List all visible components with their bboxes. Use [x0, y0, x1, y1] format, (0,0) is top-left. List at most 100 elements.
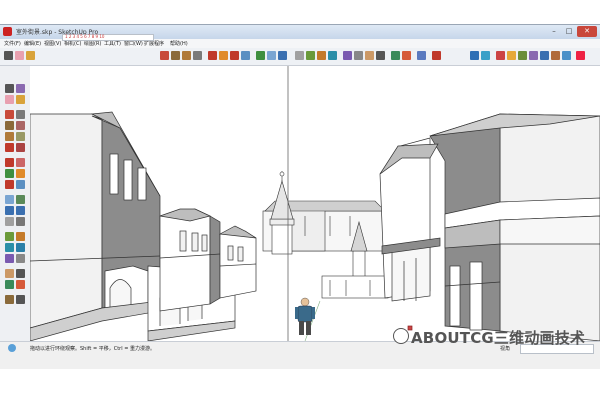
- sun-icon[interactable]: [507, 51, 516, 60]
- left-mid-building: [159, 208, 221, 312]
- section-plane-tool-icon[interactable]: [16, 280, 25, 289]
- close-button[interactable]: ✕: [577, 26, 597, 37]
- menu-help[interactable]: 帮助(H): [170, 40, 188, 47]
- model-viewport[interactable]: [30, 66, 600, 341]
- orbit-tool-icon[interactable]: [5, 232, 14, 241]
- menu-camera[interactable]: 相机(C): [64, 40, 81, 47]
- circle-icon[interactable]: [182, 51, 191, 60]
- app-root: 室外街景.skp - SketchUp Pro – □ ✕ 文件(F) 编辑(E…: [0, 0, 600, 400]
- menu-tools[interactable]: 工具(T): [104, 40, 121, 47]
- scale-tool-icon[interactable]: [16, 180, 25, 189]
- orbit-icon[interactable]: [306, 51, 315, 60]
- measure-slider[interactable]: 1 2 3 4 5 6 7 8 9 10: [62, 34, 154, 41]
- previous-view-tool-icon[interactable]: [16, 254, 25, 263]
- offset-icon[interactable]: [256, 51, 265, 60]
- select-icon[interactable]: [4, 51, 13, 60]
- eraser-icon[interactable]: [15, 51, 24, 60]
- select-tool-icon[interactable]: [5, 84, 14, 93]
- push-pull-icon[interactable]: [208, 51, 217, 60]
- line-icon[interactable]: [160, 51, 169, 60]
- line-tool-icon[interactable]: [5, 110, 14, 119]
- maximize-button[interactable]: □: [562, 26, 576, 37]
- 3d-text-tool-icon[interactable]: [16, 217, 25, 226]
- component-icon[interactable]: [417, 51, 426, 60]
- tool-palette: [0, 66, 31, 341]
- tape-tool-icon[interactable]: [5, 195, 14, 204]
- rectangle-tool-icon[interactable]: [5, 121, 14, 130]
- right-mid-building: [379, 137, 441, 331]
- minimize-button[interactable]: –: [547, 26, 561, 37]
- position-camera-tool-icon[interactable]: [5, 269, 14, 278]
- watermark-text: ABOUTCG三维动画技术: [411, 329, 586, 347]
- export-icon[interactable]: [540, 51, 549, 60]
- extension-icon[interactable]: [481, 51, 490, 60]
- wechat-icon: [393, 328, 409, 344]
- menu-window[interactable]: 窗口(W): [124, 40, 143, 47]
- move-tool-icon[interactable]: [16, 169, 25, 178]
- menu-extensions[interactable]: 扩展程序: [144, 40, 164, 47]
- warehouse-icon[interactable]: [470, 51, 479, 60]
- ruby-icon[interactable]: [496, 51, 505, 60]
- material-icon[interactable]: [432, 51, 441, 60]
- circle-tool-icon[interactable]: [5, 132, 14, 141]
- text-icon[interactable]: [278, 51, 287, 60]
- move-icon[interactable]: [219, 51, 228, 60]
- paint-tool-icon[interactable]: [16, 95, 25, 104]
- component-tool-icon[interactable]: [16, 84, 25, 93]
- freehand-tool-icon[interactable]: [16, 110, 25, 119]
- settings-icon[interactable]: [562, 51, 571, 60]
- zoom-extents-tool-icon[interactable]: [5, 254, 14, 263]
- arc-icon[interactable]: [193, 51, 202, 60]
- zoom-tool-icon[interactable]: [5, 243, 14, 252]
- menu-draw[interactable]: 绘图(R): [84, 40, 101, 47]
- paint-icon[interactable]: [26, 51, 35, 60]
- arc-tool-icon[interactable]: [5, 143, 14, 152]
- menu-edit[interactable]: 编辑(E): [24, 40, 41, 47]
- rectangle-icon[interactable]: [171, 51, 180, 60]
- eraser-tool-icon[interactable]: [5, 95, 14, 104]
- push-pull-tool-icon[interactable]: [5, 158, 14, 167]
- follow-me-tool-icon[interactable]: [16, 158, 25, 167]
- zoom-window-tool-icon[interactable]: [16, 243, 25, 252]
- look-around-tool-icon[interactable]: [5, 280, 14, 289]
- street-scene: [30, 66, 600, 341]
- section-icon[interactable]: [365, 51, 374, 60]
- main-toolbar: [0, 48, 600, 66]
- axes-tool-icon[interactable]: [5, 217, 14, 226]
- polygon-tool-icon[interactable]: [16, 132, 25, 141]
- left-near-building: [30, 111, 161, 341]
- rotate-tool-icon[interactable]: [5, 180, 14, 189]
- dimension-tool-icon[interactable]: [16, 195, 25, 204]
- human-figure: [295, 297, 315, 335]
- stop-icon[interactable]: [576, 51, 585, 60]
- footprints-tool-icon[interactable]: [16, 295, 25, 304]
- tape-icon[interactable]: [267, 51, 276, 60]
- pan-tool-icon[interactable]: [16, 232, 25, 241]
- style-icon[interactable]: [391, 51, 400, 60]
- render-icon[interactable]: [529, 51, 538, 60]
- pie-tool-icon[interactable]: [16, 143, 25, 152]
- help-icon[interactable]: [8, 344, 16, 352]
- pan-icon[interactable]: [317, 51, 326, 60]
- zoom-icon[interactable]: [328, 51, 337, 60]
- walk-tool-icon[interactable]: [16, 269, 25, 278]
- measure-ticks: 1 2 3 4 5 6 7 8 9 10: [65, 34, 105, 39]
- menu-view[interactable]: 视图(V): [44, 40, 61, 47]
- import-icon[interactable]: [551, 51, 560, 60]
- text-tool-icon[interactable]: [16, 206, 25, 215]
- zoom-extents-icon[interactable]: [343, 51, 352, 60]
- rotated-rect-tool-icon[interactable]: [16, 121, 25, 130]
- scale-icon[interactable]: [241, 51, 250, 60]
- rotate-icon[interactable]: [230, 51, 239, 60]
- views-icon[interactable]: [354, 51, 363, 60]
- protractor-tool-icon[interactable]: [5, 206, 14, 215]
- terrain-icon[interactable]: [518, 51, 527, 60]
- axes-icon[interactable]: [295, 51, 304, 60]
- shadow-icon[interactable]: [376, 51, 385, 60]
- menu-file[interactable]: 文件(F): [4, 40, 21, 47]
- left-far-building: [218, 225, 257, 299]
- left-spire-tower: [269, 171, 295, 255]
- offset-tool-icon[interactable]: [5, 169, 14, 178]
- layer-icon[interactable]: [402, 51, 411, 60]
- sandbox-tool-icon[interactable]: [5, 295, 14, 304]
